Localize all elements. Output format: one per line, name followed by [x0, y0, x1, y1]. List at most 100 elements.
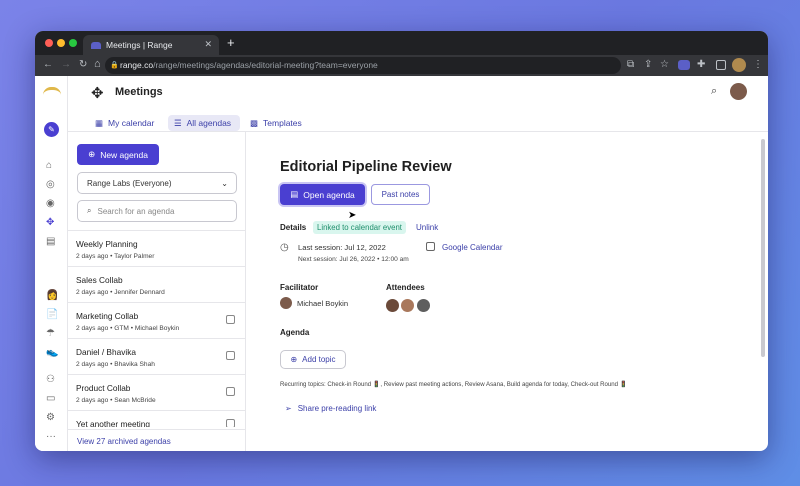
maximize-window-dot[interactable] [69, 39, 77, 47]
emoji-umbrella-icon[interactable]: ☂ [46, 328, 55, 339]
compose-pencil-icon[interactable]: ✎ [44, 122, 59, 137]
bookmark-star-icon[interactable]: ☆ [660, 59, 669, 70]
agenda-meta: 2 days ago • Bhavika Shah [76, 361, 155, 368]
list-item[interactable]: Product Collab 2 days ago • Sean McBride [68, 374, 245, 410]
sidebar-panel-icon[interactable] [716, 60, 726, 70]
list-item[interactable]: Marketing Collab 2 days ago • GTM • Micha… [68, 302, 245, 338]
search-icon[interactable]: ⌕ [711, 85, 717, 98]
agenda-meta: 2 days ago • Taylor Palmer [76, 253, 155, 260]
browser-tab[interactable]: Meetings | Range ✕ [83, 35, 219, 55]
agenda-detail: Editorial Pipeline Review ▤ Open agenda P… [247, 132, 768, 451]
meetings-logo-icon: ✥ [91, 85, 104, 102]
list-item[interactable]: Daniel / Bhavika 2 days ago • Bhavika Sha… [68, 338, 245, 374]
range-favicon-icon [91, 41, 101, 49]
last-session-text: Last session: Jul 12, 2022 [298, 243, 386, 252]
page-title: Meetings [115, 86, 163, 98]
search-placeholder: Search for an agenda [97, 206, 175, 216]
agenda-name: Marketing Collab [76, 311, 139, 321]
close-tab-icon[interactable]: ✕ [204, 39, 212, 50]
share-icon[interactable]: ⇪ [644, 59, 652, 70]
tab-label: My calendar [108, 118, 155, 128]
add-topic-button[interactable]: ⊕ Add topic [280, 350, 346, 369]
google-calendar-link[interactable]: Google Calendar [442, 243, 502, 252]
add-person-icon[interactable]: ⚇ [46, 374, 55, 385]
emoji-person-icon[interactable]: 👩 [46, 290, 58, 301]
agenda-search-input[interactable]: ⌕ Search for an agenda [77, 200, 237, 222]
forward-icon[interactable]: → [61, 59, 71, 70]
clock-icon: ◷ [280, 242, 289, 253]
settings-sliders-icon[interactable]: ⚙ [46, 412, 55, 423]
range-extension-icon[interactable] [678, 60, 690, 70]
next-session-text: Next session: Jul 26, 2022 • 12:00 am [298, 256, 409, 263]
search-icon: ⌕ [87, 206, 92, 215]
browser-menu-icon[interactable]: ⋮ [753, 59, 763, 70]
home-nav-icon[interactable]: ⌂ [46, 160, 52, 171]
install-icon[interactable]: ⧉ [627, 59, 634, 70]
clipboard-nav-icon[interactable]: ▤ [46, 236, 55, 247]
list-item[interactable]: Yet another meeting [68, 410, 245, 427]
profile-avatar[interactable] [732, 58, 746, 72]
share-label: Share pre-reading link [297, 404, 377, 413]
meetings-nav-icon[interactable]: ✥ [46, 217, 54, 228]
share-pre-reading-link[interactable]: ➢ Share pre-reading link [285, 404, 376, 413]
agenda-title: Editorial Pipeline Review [280, 159, 452, 175]
templates-grid-icon: ▩ [250, 117, 259, 128]
team-select-value: Range Labs (Everyone) [87, 178, 172, 188]
facilitator: Michael Boykin [280, 297, 348, 309]
back-icon[interactable]: ← [43, 59, 53, 70]
avatar [280, 297, 292, 309]
url-host: range.co [120, 60, 154, 70]
goals-target-nav-icon[interactable]: ◉ [46, 198, 55, 209]
calendar-icon [426, 242, 435, 251]
open-agenda-button[interactable]: ▤ Open agenda [280, 184, 365, 205]
avatar[interactable] [401, 299, 415, 313]
plus-circle-icon: ⊕ [88, 149, 96, 159]
more-dots-icon[interactable]: ··· [46, 431, 56, 442]
minimize-window-dot[interactable] [57, 39, 65, 47]
feedback-icon[interactable]: ▭ [46, 393, 55, 404]
avatar[interactable] [416, 299, 430, 313]
address-bar-row: ← → ↻ ⌂ 🔒 range.co/range/meetings/agenda… [35, 55, 768, 76]
new-agenda-label: New agenda [100, 149, 148, 160]
list-item[interactable]: Sales Collab 2 days ago • Jennifer Dennar… [68, 266, 245, 302]
archived-agendas-link[interactable]: View 27 archived agendas [68, 429, 245, 451]
document-icon: ▤ [290, 189, 299, 199]
emoji-notepad-icon[interactable]: 📄 [46, 309, 58, 320]
attendees-label: Attendees [386, 283, 425, 292]
calendar-icon [226, 315, 235, 324]
calendar-icon: ▦ [95, 117, 104, 128]
agenda-list-icon: ☰ [174, 117, 182, 128]
list-item[interactable]: Weekly Planning 2 days ago • Taylor Palme… [68, 230, 245, 266]
agenda-name: Sales Collab [76, 275, 123, 285]
tab-all-agendas[interactable]: ☰ All agendas [168, 115, 240, 131]
new-tab-icon[interactable]: + [227, 35, 235, 50]
past-notes-button[interactable]: Past notes [371, 184, 430, 205]
tab-label: Templates [263, 118, 302, 128]
user-avatar[interactable] [730, 83, 747, 100]
calendar-icon [226, 351, 235, 360]
extensions-puzzle-icon[interactable]: ✚ [697, 59, 705, 70]
agenda-name: Weekly Planning [76, 239, 138, 249]
mouse-cursor-icon: ➤ [348, 210, 357, 221]
plus-circle-icon: ⊕ [290, 355, 298, 364]
emoji-shoe-icon[interactable]: 👟 [46, 347, 58, 358]
tab-templates[interactable]: ▩ Templates [250, 115, 302, 131]
range-logo-icon [43, 87, 61, 95]
team-select[interactable]: Range Labs (Everyone) ⌄ [77, 172, 237, 194]
lock-icon: 🔒 [110, 62, 119, 69]
agenda-name: Daniel / Bhavika [76, 347, 136, 357]
agenda-list-panel: ⊕ New agenda Range Labs (Everyone) ⌄ ⌕ Sear… [68, 132, 246, 451]
url-field[interactable]: 🔒 range.co/range/meetings/agendas/editor… [105, 57, 621, 74]
open-agenda-label: Open agenda [303, 189, 355, 200]
reload-icon[interactable]: ↻ [79, 59, 87, 70]
calendar-icon [226, 419, 235, 427]
new-agenda-button[interactable]: ⊕ New agenda [77, 144, 159, 165]
close-window-dot[interactable] [45, 39, 53, 47]
main-scrollbar[interactable] [761, 139, 765, 357]
url-path: /range/meetings/agendas/editorial-meetin… [153, 60, 378, 70]
home-icon[interactable]: ⌂ [94, 58, 101, 70]
tab-my-calendar[interactable]: ▦ My calendar [95, 115, 154, 131]
check-circle-nav-icon[interactable]: ◎ [46, 179, 55, 190]
avatar[interactable] [386, 299, 399, 313]
unlink-link[interactable]: Unlink [416, 223, 438, 232]
